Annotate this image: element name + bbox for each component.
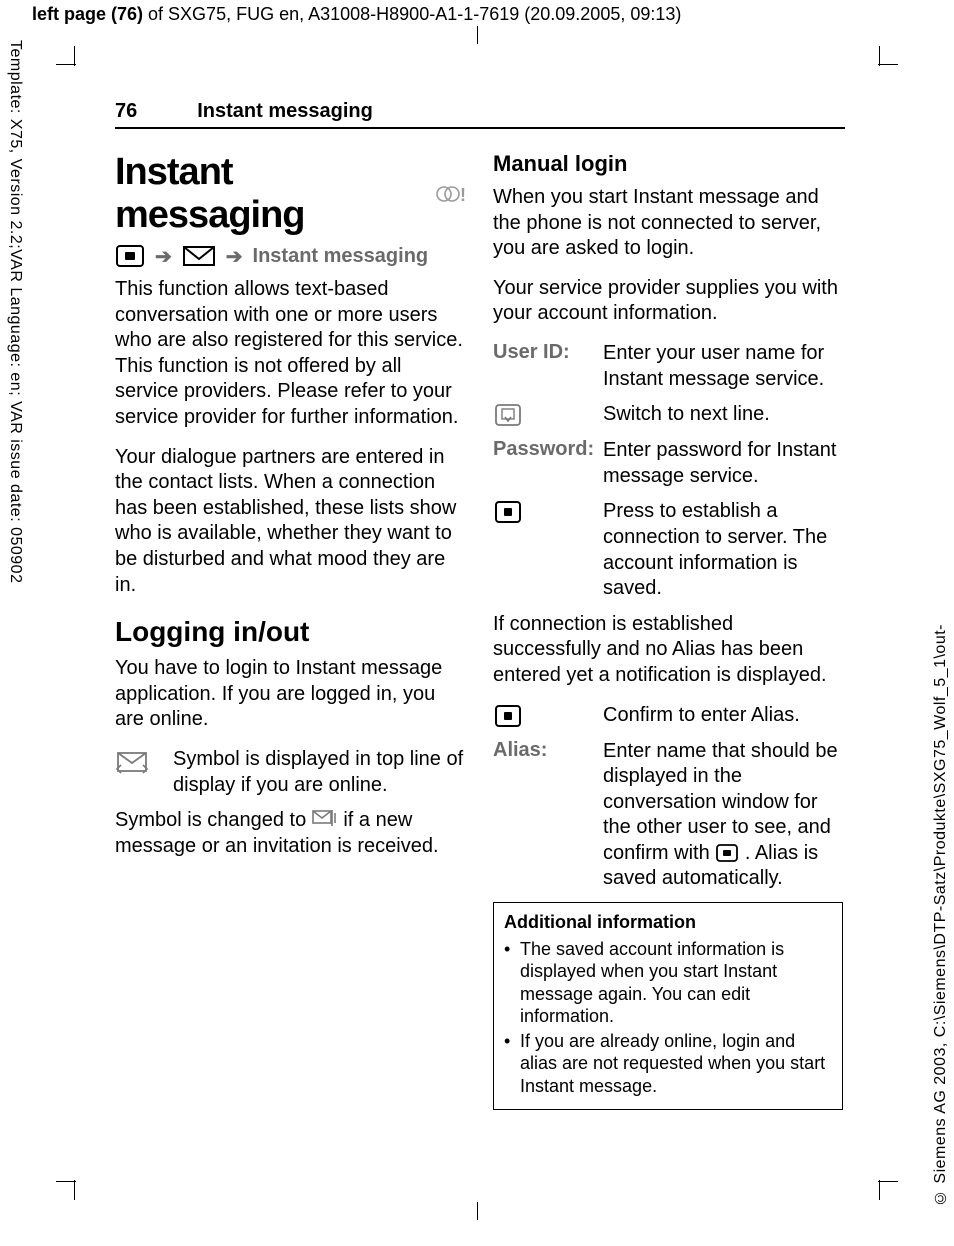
page-number: 76 bbox=[115, 100, 137, 123]
term-user-id: User ID: bbox=[493, 341, 593, 392]
manual-p2: Your service provider supplies you with … bbox=[493, 276, 843, 327]
nb-icon: ! bbox=[435, 181, 465, 207]
intro-2: Your dialogue partners are entered in th… bbox=[115, 445, 465, 599]
row-password: Password: Enter password for Instant mes… bbox=[493, 438, 843, 489]
crop-mark-icon bbox=[878, 1180, 898, 1200]
row-confirm: Confirm to enter Alias. bbox=[493, 703, 843, 729]
definition-list: User ID: Enter your user name for Instan… bbox=[493, 341, 843, 602]
crop-mark-icon bbox=[56, 1180, 76, 1200]
row-switch: Switch to next line. bbox=[493, 402, 843, 428]
term-alias: Alias: bbox=[493, 739, 593, 893]
def-press: Press to establish a connection to serve… bbox=[603, 499, 843, 601]
topbar-rest: of SXG75, FUG en, A31008-H8900-A1-1-7619… bbox=[143, 4, 681, 24]
envelope-icon bbox=[182, 243, 216, 269]
online-icon bbox=[115, 747, 155, 798]
center-key-icon bbox=[493, 703, 593, 729]
columns: Instant messaging ! ➔ ➔ Instant messagin… bbox=[115, 151, 845, 1110]
manual-p1: When you start Instant message and the p… bbox=[493, 185, 843, 262]
term-password: Password: bbox=[493, 438, 593, 489]
arrow-icon: ➔ bbox=[155, 244, 172, 269]
center-key-icon bbox=[715, 843, 739, 863]
crop-mark-icon bbox=[878, 46, 898, 66]
section-title: Instant messaging bbox=[197, 100, 373, 123]
svg-text:!: ! bbox=[460, 185, 465, 205]
info-box: Additional information The saved account… bbox=[493, 902, 843, 1110]
login-intro: You have to login to Instant message app… bbox=[115, 656, 465, 733]
arrow-icon: ➔ bbox=[226, 244, 243, 269]
new-message-icon bbox=[312, 808, 338, 830]
topbar: left page (76) of SXG75, FUG en, A31008-… bbox=[32, 4, 681, 25]
right-column: Manual login When you start Instant mess… bbox=[493, 151, 843, 1110]
page-title: Instant messaging ! bbox=[115, 151, 465, 237]
tick-mark-icon bbox=[477, 26, 478, 44]
down-key-icon bbox=[493, 402, 593, 428]
def-password: Enter password for Instant message servi… bbox=[603, 438, 843, 489]
definition-list-2: Confirm to enter Alias. Alias: Enter nam… bbox=[493, 703, 843, 893]
def-switch: Switch to next line. bbox=[603, 402, 843, 428]
row-press: Press to establish a connection to serve… bbox=[493, 499, 843, 601]
def-user-id: Enter your user name for Instant message… bbox=[603, 341, 843, 392]
def-alias: Enter name that should be displayed in t… bbox=[603, 739, 843, 893]
center-key-icon bbox=[115, 243, 145, 269]
crop-mark-icon bbox=[56, 46, 76, 66]
info-item: The saved account information is display… bbox=[504, 938, 832, 1028]
heading-manual-login: Manual login bbox=[493, 151, 843, 177]
online-text: Symbol is displayed in top line of displ… bbox=[173, 747, 465, 798]
symbol-changed: Symbol is changed to if a new message or… bbox=[115, 808, 465, 859]
symbol-row-online: Symbol is displayed in top line of displ… bbox=[115, 747, 465, 798]
running-head: 76 Instant messaging bbox=[115, 100, 845, 129]
row-alias: Alias: Enter name that should be display… bbox=[493, 739, 843, 893]
content: 76 Instant messaging Instant messaging !… bbox=[115, 100, 845, 1110]
nav-path: ➔ ➔ Instant messaging bbox=[115, 243, 465, 269]
heading-logging: Logging in/out bbox=[115, 616, 465, 648]
row-user-id: User ID: Enter your user name for Instan… bbox=[493, 341, 843, 392]
left-column: Instant messaging ! ➔ ➔ Instant messagin… bbox=[115, 151, 465, 1110]
intro-1: This function allows text-based conversa… bbox=[115, 277, 465, 431]
nav-label: Instant messaging bbox=[253, 245, 429, 268]
center-key-icon bbox=[493, 499, 593, 601]
info-item: If you are already online, login and ali… bbox=[504, 1030, 832, 1098]
info-list: The saved account information is display… bbox=[504, 938, 832, 1098]
manual-p3: If connection is established successfull… bbox=[493, 612, 843, 689]
info-title: Additional information bbox=[504, 911, 832, 934]
right-vertical-meta: © Siemens AG 2003, C:\Siemens\DTP-Satz\P… bbox=[932, 624, 950, 1206]
left-vertical-meta: Template: X75, Version 2.2;VAR Language:… bbox=[6, 40, 24, 583]
def-confirm: Confirm to enter Alias. bbox=[603, 703, 843, 729]
title-text: Instant messaging bbox=[115, 151, 429, 237]
topbar-prefix: left page (76) bbox=[32, 4, 143, 24]
tick-mark-icon bbox=[477, 1202, 478, 1220]
page: left page (76) of SXG75, FUG en, A31008-… bbox=[0, 0, 954, 1246]
